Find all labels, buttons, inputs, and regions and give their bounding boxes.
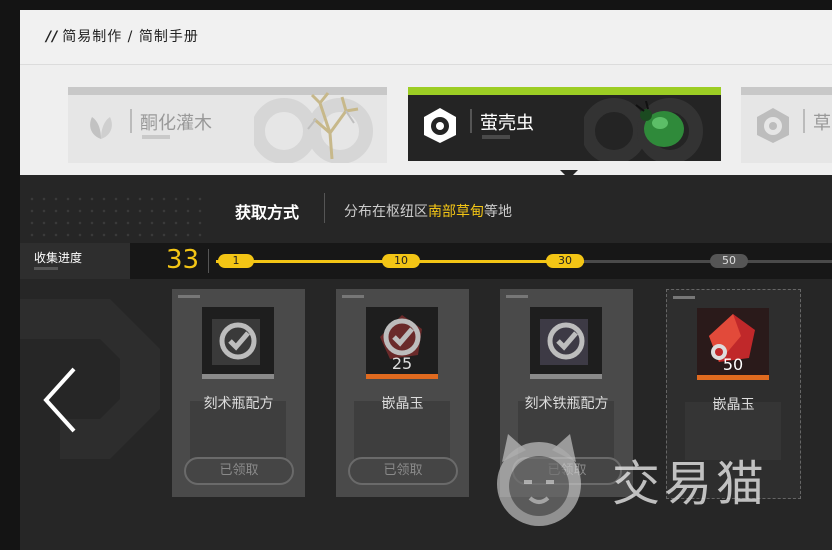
progress-count: 33 xyxy=(166,245,200,275)
carousel-item-label: 草 xyxy=(813,113,831,134)
breadcrumb: //简易制作 / 简制手册 xyxy=(46,26,199,46)
reward-icon: 25 xyxy=(366,307,438,379)
milestone-1: 1 xyxy=(218,254,254,268)
beetle-icon xyxy=(635,101,684,147)
carousel-item-label: 萤壳虫 xyxy=(480,113,534,134)
carousel-item-ketone-shrub[interactable]: 酮化灌木 xyxy=(68,87,387,163)
reward-qty: 50 xyxy=(722,355,744,374)
reward-icon xyxy=(202,307,274,379)
breadcrumb-mark: // xyxy=(46,29,59,45)
reward-title: 刻术铁瓶配方 xyxy=(524,396,609,412)
cat-logo-icon xyxy=(497,434,581,526)
reward-card[interactable]: 刻术瓶配方 已领取 xyxy=(172,289,305,497)
reward-title: 嵌晶玉 xyxy=(712,397,755,413)
reward-qty: 25 xyxy=(391,354,413,373)
acquisition-text: 分布在枢纽区南部草甸等地 xyxy=(344,204,512,220)
checkmark-icon xyxy=(212,319,260,365)
chevron-left-icon[interactable] xyxy=(40,365,80,435)
hexagon-eye-icon xyxy=(424,108,456,143)
reward-icon: 50 xyxy=(697,308,769,380)
claimed-button[interactable]: 已领取 xyxy=(184,457,294,485)
handbook-panel: //简易制作 / 简制手册 酮化灌木 萤壳虫 草 获取方式 分布在枢纽区南部草甸… xyxy=(20,10,832,550)
acquisition-label: 获取方式 xyxy=(235,203,300,222)
breadcrumb-text: 简易制作 / 简制手册 xyxy=(62,29,199,45)
checkmark-icon xyxy=(540,319,588,365)
reward-title: 刻术瓶配方 xyxy=(203,396,274,412)
milestone-50: 50 xyxy=(710,254,748,268)
crystal-branch-icon xyxy=(307,92,359,160)
item-carousel: 酮化灌木 萤壳虫 草 xyxy=(20,65,832,175)
reward-icon xyxy=(530,307,602,379)
collection-progress: 收集进度 33 1 10 30 50 xyxy=(20,243,832,279)
header-bar: //简易制作 / 简制手册 xyxy=(20,10,832,65)
watermark: 交易猫 xyxy=(480,428,810,528)
leaf-icon xyxy=(90,117,112,139)
watermark-text: 交易猫 xyxy=(612,456,769,512)
milestone-30: 30 xyxy=(546,254,584,268)
progress-label: 收集进度 xyxy=(34,251,83,265)
carousel-item-label: 酮化灌木 xyxy=(140,113,212,134)
acquisition-location: 南部草甸 xyxy=(428,204,484,220)
carousel-item-grass[interactable]: 草 xyxy=(741,87,832,163)
milestone-10: 10 xyxy=(382,254,420,268)
carousel-item-firefly[interactable]: 萤壳虫 xyxy=(408,87,721,161)
claimed-button[interactable]: 已领取 xyxy=(348,457,458,485)
hexagon-eye-icon xyxy=(757,108,789,143)
reward-title: 嵌晶玉 xyxy=(381,396,424,412)
reward-card[interactable]: 25 嵌晶玉 已领取 xyxy=(336,289,469,497)
